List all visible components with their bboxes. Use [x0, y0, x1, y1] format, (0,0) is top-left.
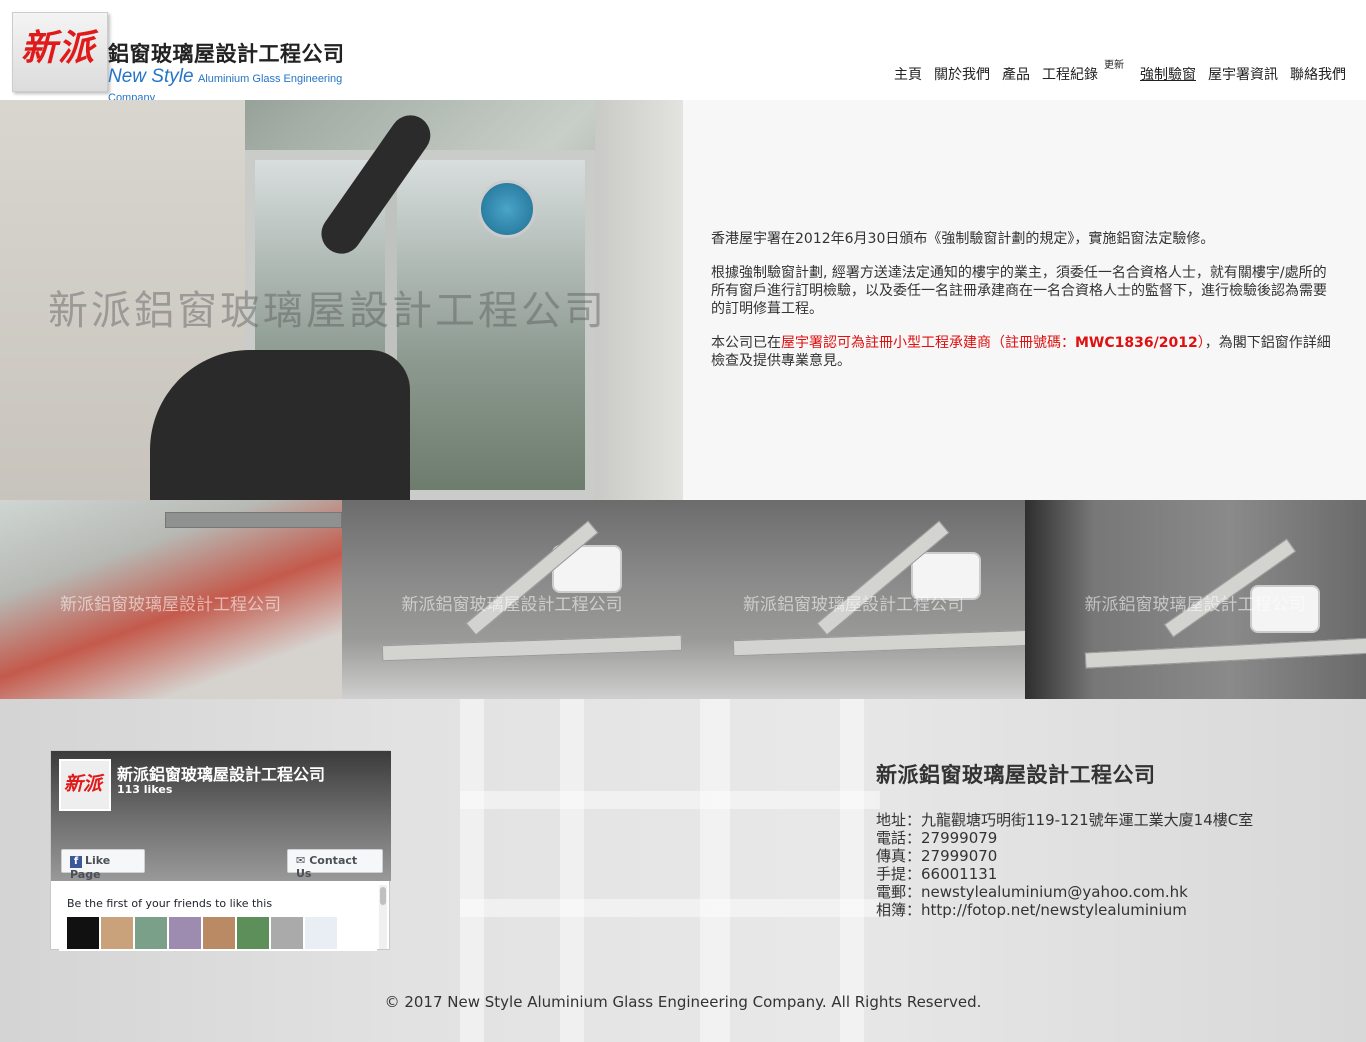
contact-info: 新派鋁窗玻璃屋設計工程公司 地址：九龍觀塘巧明街119-121號年運工業大廈14… [876, 759, 1253, 919]
photo-window-rail [381, 634, 682, 662]
gallery-watermark: 新派鋁窗玻璃屋設計工程公司 [60, 595, 281, 615]
friend-avatar[interactable] [67, 917, 99, 949]
site-header: 新派 鋁窗玻璃屋設計工程公司 New Style Aluminium Glass… [0, 0, 1366, 104]
logo-mark-text: 新派 [21, 27, 96, 69]
background-window-frame [460, 899, 880, 917]
friend-avatar[interactable] [135, 917, 167, 949]
info-paragraph-3: 本公司已在屋宇署認可為註冊小型工程承建商（註冊號碼：MWC1836/2012），… [711, 334, 1334, 370]
facebook-friends-text: Be the first of your friends to like thi… [67, 897, 273, 910]
logo-mark: 新派 [12, 12, 108, 92]
logo-name-chinese: 鋁窗玻璃屋設計工程公司 [108, 42, 345, 66]
main-nav: 主頁 關於我們 產品 工程紀錄 更新 強制驗窗 屋宇署資訊 聯絡我們 [894, 60, 1346, 84]
photo-watermark: 新派鋁窗玻璃屋設計工程公司 [48, 288, 607, 334]
facebook-like-count: 113 likes [117, 783, 173, 796]
facebook-page-name[interactable]: 新派鋁窗玻璃屋設計工程公司 [117, 761, 325, 785]
photo-worker [150, 350, 410, 500]
contact-phone: 電話：27999079 [876, 829, 998, 847]
facebook-scrollbar-thumb[interactable] [380, 887, 386, 905]
facebook-friend-avatars [67, 917, 337, 949]
registration-close: ） [1197, 335, 1205, 351]
inspection-info: 香港屋宇署在2012年6月30日頒布《強制驗窗計劃的規定》，實施鋁窗法定驗修。 … [683, 100, 1366, 500]
update-badge: 更新 [1104, 60, 1124, 71]
nav-item-about[interactable]: 關於我們 [934, 64, 990, 84]
facebook-avatar-text: 新派 [64, 773, 103, 795]
background-window-frame [460, 699, 484, 1042]
site-footer: 新派 新派鋁窗玻璃屋設計工程公司 113 likes f Like Page ✉ C… [0, 699, 1366, 1042]
gallery-photo-roof[interactable]: 新派鋁窗玻璃屋設計工程公司 [0, 500, 342, 699]
facebook-contact-button[interactable]: ✉ Contact Us [287, 849, 383, 880]
photo-window-rail [1084, 637, 1366, 669]
photo-window-frame [595, 100, 683, 500]
friend-avatar[interactable] [271, 917, 303, 949]
background-window-frame [700, 699, 730, 1042]
registration-number: MWC1836/2012 [1075, 335, 1198, 351]
friend-avatar[interactable] [169, 917, 201, 949]
hero-photo: 新派鋁窗玻璃屋設計工程公司 [0, 100, 683, 500]
info-paragraph-3-intro: 本公司已在 [711, 335, 781, 351]
envelope-icon: ✉ [296, 854, 306, 867]
background-window-frame [560, 699, 584, 1042]
contact-email[interactable]: 電郵：newstylealuminium@yahoo.com.hk [876, 883, 1253, 901]
contact-album[interactable]: 相簿：http://fotop.net/newstylealuminium [876, 901, 1253, 919]
contact-fax: 傳真：27999070 [876, 847, 998, 865]
background-window-frame [840, 699, 864, 1042]
gallery-watermark: 新派鋁窗玻璃屋設計工程公司 [1084, 595, 1306, 615]
site-logo[interactable]: 新派 鋁窗玻璃屋設計工程公司 New Style Aluminium Glass… [12, 10, 362, 104]
facebook-contact-label: Contact Us [296, 854, 358, 880]
facebook-scrollbar[interactable] [379, 885, 387, 949]
facebook-page-widget: 新派 新派鋁窗玻璃屋設計工程公司 113 likes f Like Page ✉ C… [50, 750, 391, 951]
friend-avatar[interactable] [237, 917, 269, 949]
nav-item-projects[interactable]: 工程紀錄 更新 [1042, 60, 1124, 84]
photo-gallery: 新派鋁窗玻璃屋設計工程公司 新派鋁窗玻璃屋設計工程公司 新派鋁窗玻璃屋設計工程公… [0, 500, 1366, 699]
facebook-icon: f [70, 856, 82, 868]
registration-highlight: 屋宇署認可為註冊小型工程承建商（註冊號碼： [781, 335, 1075, 351]
nav-item-products[interactable]: 產品 [1002, 64, 1030, 84]
facebook-like-button[interactable]: f Like Page [61, 849, 145, 881]
facebook-avatar[interactable]: 新派 [59, 759, 111, 811]
friend-avatar[interactable] [101, 917, 133, 949]
info-paragraph-1: 香港屋宇署在2012年6月30日頒布《強制驗窗計劃的規定》，實施鋁窗法定驗修。 [711, 231, 1215, 247]
gallery-photo-window-stay-3[interactable]: 新派鋁窗玻璃屋設計工程公司 [1024, 500, 1366, 699]
gallery-watermark: 新派鋁窗玻璃屋設計工程公司 [401, 595, 623, 615]
nav-item-buildings-dept[interactable]: 屋宇署資訊 [1208, 64, 1278, 84]
gallery-watermark: 新派鋁窗玻璃屋設計工程公司 [743, 595, 964, 615]
contact-mobile: 手提：66001131 [876, 865, 998, 883]
friend-avatar[interactable] [203, 917, 235, 949]
photo-bridge [165, 512, 342, 528]
contact-address: 地址：九龍觀塘巧明街119-121號年運工業大廈14樓C室 [876, 811, 1254, 829]
copyright-notice: © 2017 New Style Aluminium Glass Enginee… [384, 993, 982, 1011]
facebook-cover-photo[interactable]: 新派 新派鋁窗玻璃屋設計工程公司 113 likes f Like Page ✉ C… [51, 751, 391, 881]
logo-name-english-main: New Style [108, 66, 194, 87]
contact-company-name: 新派鋁窗玻璃屋設計工程公司 [876, 763, 1156, 787]
friend-avatar[interactable] [305, 917, 337, 949]
gallery-photo-window-stay-1[interactable]: 新派鋁窗玻璃屋設計工程公司 [341, 500, 683, 699]
info-paragraph-2: 根據強制驗窗計劃, 經署方送達法定通知的樓宇的業主，須委任一名合資格人士，就有關… [711, 265, 1327, 317]
nav-item-contact[interactable]: 聯絡我們 [1290, 64, 1346, 84]
facebook-friends-list: Be the first of your friends to like thi… [59, 889, 377, 951]
background-window-frame [460, 791, 880, 809]
gallery-photo-window-stay-2[interactable]: 新派鋁窗玻璃屋設計工程公司 [683, 500, 1025, 699]
photo-pressure-gauge [478, 180, 536, 238]
nav-item-home[interactable]: 主頁 [894, 64, 922, 84]
nav-item-window-inspection[interactable]: 強制驗窗 [1140, 64, 1196, 84]
photo-window-rail [732, 629, 1025, 657]
nav-item-projects-label: 工程紀錄 [1042, 67, 1098, 83]
